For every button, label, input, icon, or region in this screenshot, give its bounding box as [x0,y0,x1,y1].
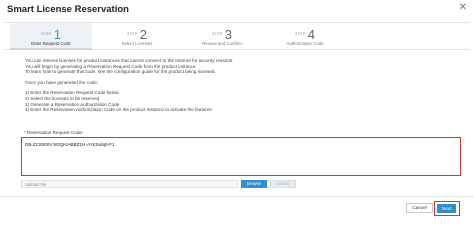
step-name: Enter Request Code [31,41,71,46]
next-button-highlight: Next [434,201,460,216]
upload-button[interactable]: Upload [270,180,296,188]
cancel-button[interactable]: Cancel [406,203,433,213]
next-button[interactable]: Next [437,203,456,213]
step-label: STEP [295,32,306,36]
step-number: 1 [53,27,61,42]
browse-button[interactable]: Browse [241,180,267,188]
step-label: STEP [212,32,223,36]
step-number: 2 [139,27,147,42]
required-marker: * [24,130,26,135]
wizard-step-4[interactable]: STEP 4 Authorization Code [264,23,346,50]
wizard-step-3[interactable]: STEP 3 Review and Confirm [181,23,263,50]
upload-file-input[interactable]: Upload File [21,180,238,188]
step-number: 3 [224,27,232,42]
wizard-step-2[interactable]: STEP 2 Select Licenses [96,23,178,50]
step-name: Select Licenses [121,41,153,46]
request-code-label-text: Reservation Request Code: [26,130,84,135]
step-name: Review and Confirm [202,41,242,46]
request-code-label: *Reservation Request Code: [24,130,83,135]
dialog-footer: Cancel Next [0,196,474,222]
step-label: STEP [127,32,138,36]
dialog-title: Smart License Reservation [7,4,129,15]
wizard-step-1[interactable]: STEP 1 Enter Request Code [10,23,92,50]
step-name: Authorization Code [286,41,324,46]
step-number: 4 [307,27,315,42]
upload-row: Upload File Browse Upload [21,180,461,188]
request-code-textarea[interactable]: DB-ZC8000V:9GQKIABBZ1H-AYk3ndq6-F1 [21,137,461,176]
close-icon[interactable]: ✕ [459,3,467,13]
instruction-step: 4) Enter the Reservation Authorization C… [25,107,212,113]
instructions: You can reserve licenses for product ins… [25,58,465,113]
wizard-steps: STEP 1 Enter Request Code STEP 2 Select Li… [4,22,470,50]
smart-license-reservation-dialog: Smart License Reservation ✕ STEP 1 Enter … [0,0,474,222]
step-label: STEP [41,32,52,36]
